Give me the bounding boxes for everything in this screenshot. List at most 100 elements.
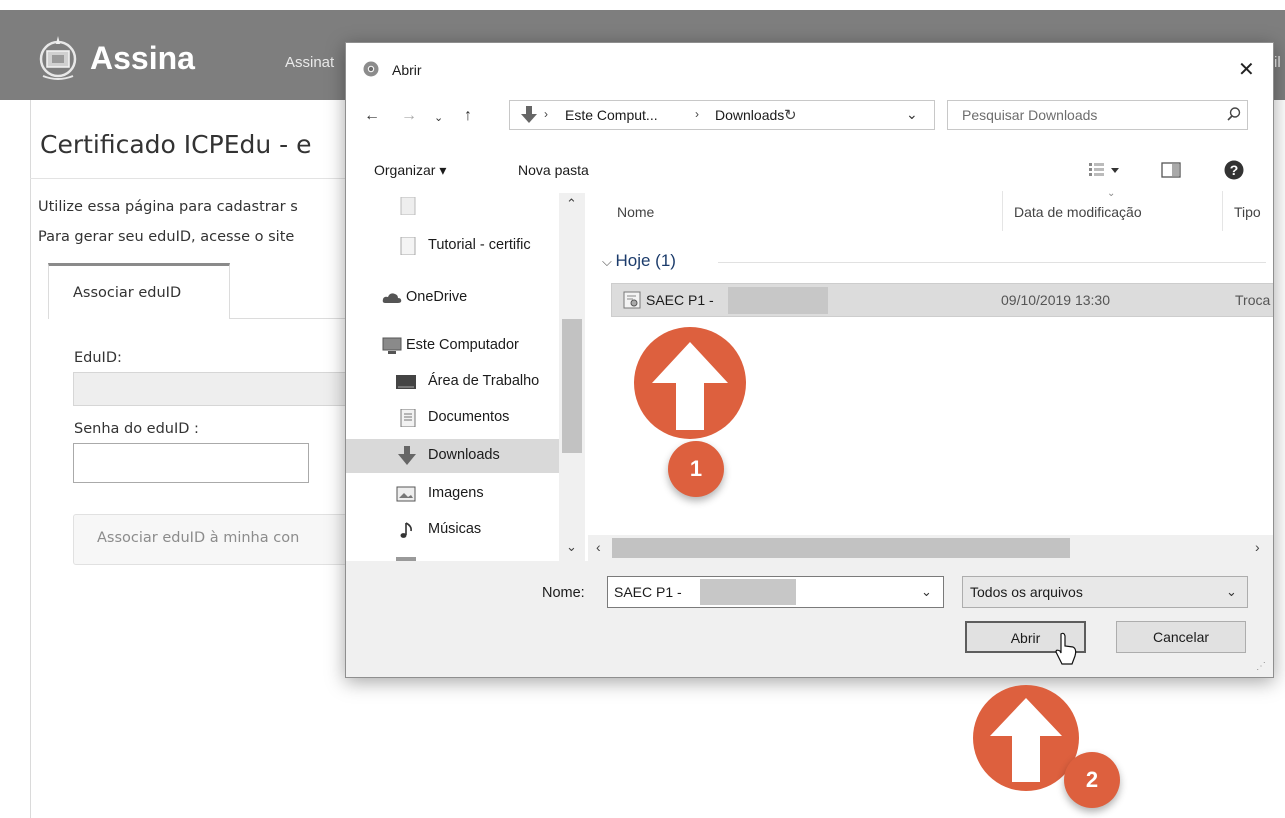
file-open-dialog: Abrir ✕ ← → ⌄ ↑ › Este Comput... › Downl… <box>345 42 1274 678</box>
forward-arrow-icon[interactable]: → <box>401 107 417 125</box>
certificate-file-icon <box>623 291 641 309</box>
tab-associar-eduid[interactable]: Associar eduID <box>48 263 230 319</box>
nav-item-label: Imagens <box>428 485 484 501</box>
chevron-down-icon[interactable]: ⌄ <box>921 584 932 600</box>
column-separator <box>1002 191 1003 231</box>
file-modified: 09/10/2019 13:30 <box>1001 292 1110 308</box>
nav-item-label: Tutorial - certific <box>428 237 531 253</box>
nav-item-label: Área de Trabalho <box>428 373 540 389</box>
downloads-arrow-icon <box>521 106 537 123</box>
up-arrow-icon[interactable]: ↑ <box>464 107 472 125</box>
nav-item-label: Downloads <box>428 447 500 463</box>
close-icon[interactable]: ✕ <box>1238 57 1255 82</box>
content-border <box>30 100 31 818</box>
help-icon[interactable]: ? <box>1224 160 1244 180</box>
group-divider <box>718 262 1266 263</box>
filename-combobox[interactable]: SAEC P1 - ⌄ <box>607 576 944 608</box>
nav-item-label: Documentos <box>428 409 510 425</box>
page-title: Certificado ICPEdu - e <box>40 130 312 159</box>
desktop-icon <box>396 375 416 389</box>
cancel-button[interactable]: Cancelar <box>1116 621 1246 653</box>
password-label: Senha do eduID : <box>74 421 199 437</box>
download-icon <box>398 446 416 465</box>
university-emblem-icon <box>39 36 77 80</box>
svg-text:?: ? <box>1230 162 1239 178</box>
redacted-block <box>700 579 796 605</box>
nav-item-downloads[interactable]: Downloads <box>346 439 559 473</box>
pictures-icon <box>396 486 416 502</box>
group-header-today[interactable]: ⌵ Hoje (1) <box>602 251 676 271</box>
file-icon <box>400 197 416 215</box>
resize-grip-icon[interactable]: ⋰ <box>1256 661 1266 672</box>
nav-link-assinaturas[interactable]: Assinat <box>285 54 334 71</box>
address-dropdown-icon[interactable]: ⌄ <box>906 106 918 123</box>
sort-indicator-icon: ⌄ <box>1107 188 1116 199</box>
scrollbar-thumb[interactable] <box>562 319 582 453</box>
scroll-left-icon[interactable]: ‹ <box>596 539 601 555</box>
nav-item-documentos[interactable]: Documentos <box>346 401 559 435</box>
search-box[interactable] <box>947 100 1248 130</box>
address-bar[interactable]: › Este Comput... › Downloads ⌄ <box>509 100 935 130</box>
documents-icon <box>400 409 416 427</box>
column-separator <box>1222 191 1223 231</box>
title-divider <box>30 178 350 179</box>
eduid-label: EduID: <box>74 350 122 366</box>
mouse-cursor-icon <box>1055 632 1077 665</box>
nav-item-hidden[interactable] <box>346 193 559 223</box>
filename-value[interactable]: SAEC P1 - <box>614 584 682 600</box>
view-options-icon[interactable] <box>1088 160 1122 180</box>
nav-pane-scrollbar[interactable]: ⌃ ⌄ <box>559 193 585 561</box>
organize-button[interactable]: Organizar ▾ <box>374 162 446 179</box>
scroll-right-icon[interactable]: › <box>1255 539 1260 555</box>
column-header-name[interactable]: Nome <box>617 204 654 220</box>
group-header-label: Hoje (1) <box>615 251 676 270</box>
redacted-block <box>728 287 828 314</box>
file-row[interactable]: SAEC P1 - 09/10/2019 13:30 Troca <box>611 283 1273 317</box>
recent-locations-chevron-icon[interactable]: ⌄ <box>434 111 443 124</box>
nav-item-imagens[interactable]: Imagens <box>346 477 559 511</box>
nav-link-right[interactable]: il <box>1274 54 1281 71</box>
nav-item-label: OneDrive <box>406 289 468 305</box>
computer-icon <box>382 337 402 354</box>
file-name: SAEC P1 - <box>646 292 714 308</box>
breadcrumb-downloads[interactable]: Downloads <box>715 107 784 123</box>
scrollbar-thumb[interactable] <box>612 538 1070 558</box>
file-type-filter-select[interactable]: Todos os arquivos ⌄ <box>962 576 1248 608</box>
chrome-icon <box>363 61 379 77</box>
scroll-up-icon[interactable]: ⌃ <box>566 196 577 212</box>
music-icon <box>400 522 412 538</box>
app-logo-text[interactable]: Assina <box>90 40 195 77</box>
nav-item-tutorial[interactable]: Tutorial - certific <box>346 229 559 263</box>
nav-item-onedrive[interactable]: OneDrive <box>346 281 559 315</box>
nav-item-musicas[interactable]: Músicas <box>346 513 559 547</box>
group-collapse-chevron-icon[interactable]: ⌵ <box>602 254 615 269</box>
back-arrow-icon[interactable]: ← <box>364 107 380 125</box>
tab-divider <box>230 318 350 319</box>
file-type: Troca <box>1235 292 1271 308</box>
nav-item-este-computador[interactable]: Este Computador <box>346 329 559 363</box>
search-icon[interactable] <box>1226 106 1242 122</box>
breadcrumb-este-computador[interactable]: Este Comput... <box>565 107 658 123</box>
intro-text-line-2: Para gerar seu eduID, acesse o site <box>38 229 295 245</box>
chevron-down-icon: ⌄ <box>1226 584 1237 599</box>
password-input[interactable] <box>73 443 309 483</box>
dialog-title: Abrir <box>392 62 422 78</box>
filename-label: Nome: <box>542 585 585 601</box>
eduid-input[interactable] <box>73 372 353 406</box>
column-header-type[interactable]: Tipo <box>1234 204 1261 220</box>
new-folder-button[interactable]: Nova pasta <box>518 162 589 178</box>
annotation-step-2-badge: 2 <box>1064 752 1120 808</box>
file-list-scrollbar[interactable]: ‹ › <box>588 535 1273 561</box>
intro-text-line-1: Utilize essa página para cadastrar s <box>38 199 298 215</box>
refresh-icon[interactable]: ↻ <box>784 106 797 124</box>
navigation-pane: Tutorial - certific OneDrive Este Comput… <box>346 193 588 565</box>
associate-eduid-button[interactable]: Associar eduID à minha con <box>73 514 363 565</box>
column-header-modified[interactable]: Data de modificação <box>1014 204 1142 220</box>
nav-item-area-de-trabalho[interactable]: Área de Trabalho <box>346 365 559 399</box>
search-input[interactable] <box>962 107 1202 123</box>
breadcrumb-chevron-icon: › <box>695 107 699 121</box>
annotation-step-1-badge: 1 <box>668 441 724 497</box>
scroll-down-icon[interactable]: ⌄ <box>566 539 577 555</box>
file-icon <box>400 237 416 255</box>
preview-pane-icon[interactable] <box>1161 162 1181 178</box>
